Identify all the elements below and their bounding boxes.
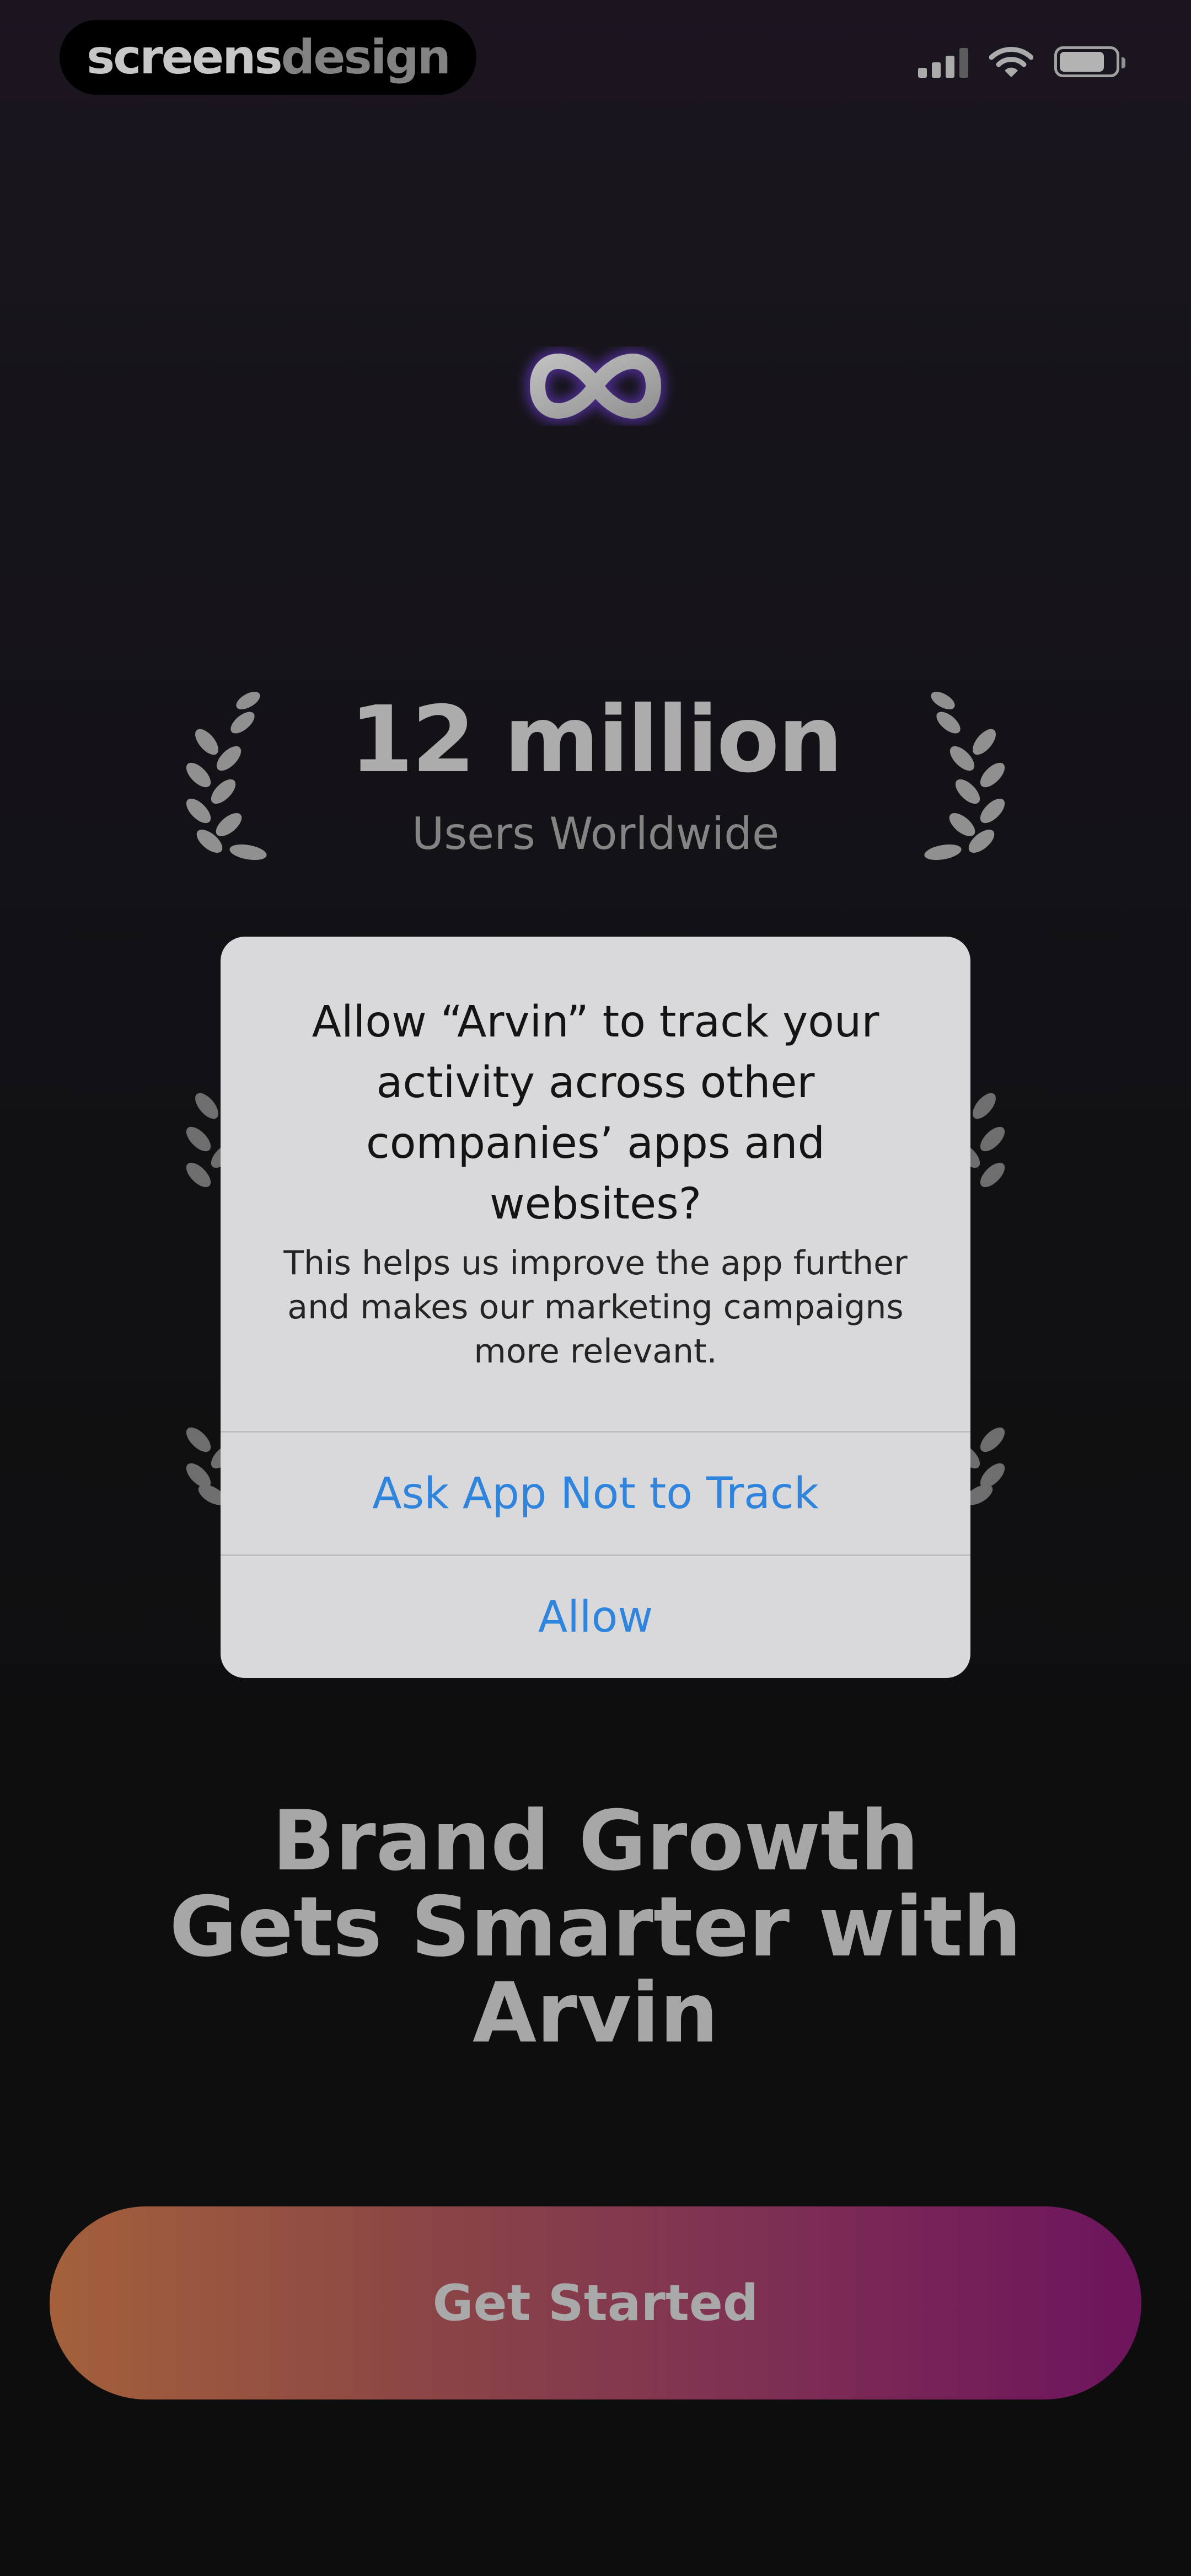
allow-button[interactable]: Allow <box>221 1554 970 1678</box>
alert-message: This helps us improve the app further an… <box>283 1244 908 1371</box>
allow-label: Allow <box>538 1592 653 1642</box>
ask-not-to-track-label: Ask App Not to Track <box>372 1469 819 1519</box>
onboarding-screen: screens design 12 million Users Worldwid… <box>0 0 1191 2576</box>
ask-not-to-track-button[interactable]: Ask App Not to Track <box>221 1431 970 1555</box>
tracking-permission-alert: Allow “Arvin” to track your activity acr… <box>221 937 970 1678</box>
alert-title: Allow “Arvin” to track your activity acr… <box>312 997 879 1229</box>
